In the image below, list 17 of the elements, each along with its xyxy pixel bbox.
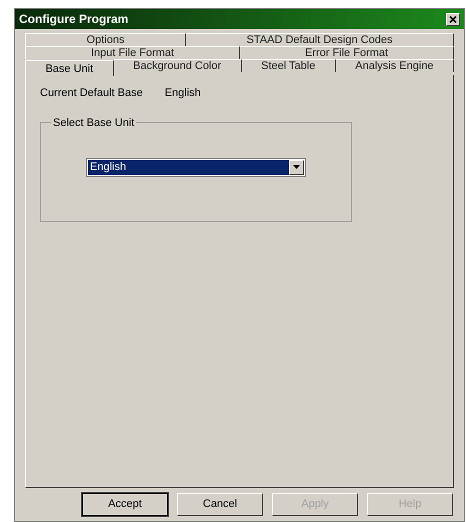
- base-unit-dropdown[interactable]: English: [86, 158, 306, 176]
- tab[interactable]: Analysis Engine: [336, 59, 454, 72]
- dialog-button[interactable]: Cancel: [177, 493, 263, 516]
- tab[interactable]: Steel Table: [242, 59, 336, 72]
- tab[interactable]: Base Unit: [25, 60, 114, 76]
- tab[interactable]: Error File Format: [240, 46, 454, 59]
- current-default-base-label: Current Default Base: [40, 86, 143, 101]
- tab[interactable]: Input File Format: [25, 46, 240, 59]
- tab[interactable]: Background Color: [114, 59, 242, 72]
- current-default-base-value: English: [164, 86, 201, 101]
- dialog-button[interactable]: Accept: [82, 493, 168, 516]
- dropdown-value: English: [88, 160, 289, 174]
- window-title: Configure Program: [19, 11, 128, 28]
- close-button[interactable]: [446, 12, 460, 26]
- tab[interactable]: Options: [25, 33, 186, 46]
- tab[interactable]: STAAD Default Design Codes: [186, 33, 454, 46]
- close-icon: [449, 16, 457, 22]
